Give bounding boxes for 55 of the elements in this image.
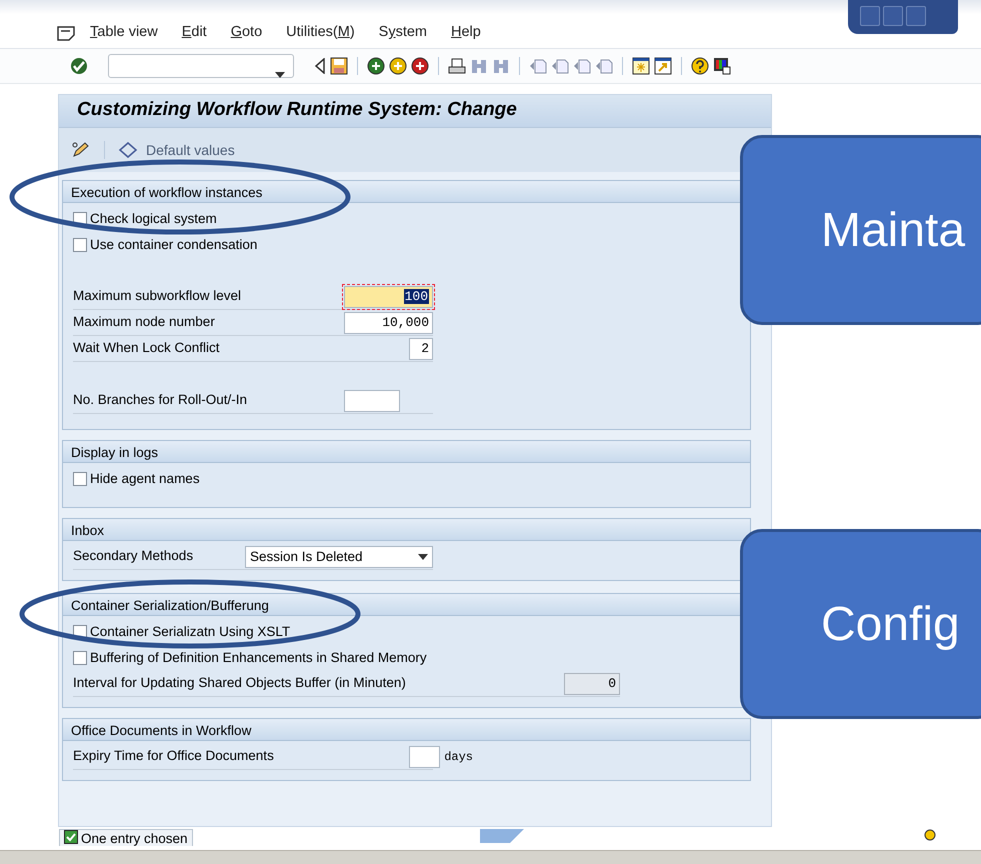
field-label: No. Branches for Roll-Out/-In: [73, 391, 248, 410]
menu-item[interactable]: Help: [451, 22, 481, 44]
input-field[interactable]: 100: [344, 286, 433, 308]
command-field[interactable]: [108, 54, 294, 78]
shortcut-icon[interactable]: [654, 57, 672, 75]
checkbox-label: Hide agent names: [90, 470, 200, 488]
menu-item[interactable]: Edit: [182, 22, 207, 44]
callout: Mainta: [740, 135, 981, 325]
field-label: Maximum node number: [73, 313, 215, 332]
back-triangle-icon[interactable]: [314, 58, 326, 74]
menu-icon[interactable]: [56, 25, 76, 41]
menu-item[interactable]: System: [378, 22, 427, 44]
checkbox[interactable]: [73, 472, 87, 486]
logo-icon: [480, 829, 524, 843]
print-icon[interactable]: [448, 57, 466, 75]
checkbox-label: Check logical system: [90, 210, 217, 228]
input-field[interactable]: [409, 746, 440, 768]
dropdown-arrow-icon: [418, 554, 428, 560]
field-label: Wait When Lock Conflict: [73, 339, 220, 358]
new-window-icon[interactable]: [632, 57, 650, 75]
menu-item[interactable]: Goto: [230, 22, 262, 44]
checkbox[interactable]: [73, 238, 87, 252]
previous-page-icon[interactable]: [551, 57, 569, 75]
save-icon[interactable]: [330, 57, 348, 75]
layout-icon[interactable]: [713, 57, 731, 75]
menu-item[interactable]: Utilities(M): [286, 22, 355, 44]
field-label: Secondary Methods: [73, 547, 194, 566]
first-page-icon[interactable]: [529, 57, 547, 75]
menu-item[interactable]: Table view: [90, 22, 158, 44]
last-page-icon[interactable]: [595, 57, 613, 75]
checkbox-label: Container Serializatn Using XSLT: [90, 622, 290, 641]
edit-pencil-icon[interactable]: [71, 141, 91, 159]
group-box-title: Inbox: [63, 519, 750, 541]
checkbox-label: Buffering of Definition Enhancements in Shared Memory: [90, 648, 427, 667]
input-field[interactable]: 2: [409, 338, 433, 360]
default-values-button[interactable]: Default values: [146, 140, 235, 160]
field-label: Maximum subworkflow level: [73, 287, 242, 306]
next-page-icon[interactable]: [573, 57, 591, 75]
checkbox-label: Use container condensation: [90, 236, 258, 254]
group-box-title: Office Documents in Workflow: [63, 719, 750, 741]
group-box-title: Display in logs: [63, 441, 750, 463]
input-field: 0: [564, 672, 620, 694]
field-label: Expiry Time for Office Documents: [73, 747, 274, 766]
input-field[interactable]: [344, 390, 400, 412]
success-icon: [64, 830, 78, 846]
callout: Config: [740, 529, 981, 719]
unit-label: days: [444, 750, 473, 764]
status-message: One entry chosen: [59, 829, 193, 846]
checkmark-icon[interactable]: [70, 57, 88, 75]
checkbox[interactable]: [73, 651, 87, 665]
input-field[interactable]: 10,000: [344, 312, 433, 334]
dropdown[interactable]: Session Is Deleted: [245, 546, 433, 568]
diamond-icon[interactable]: [118, 141, 138, 159]
screen-title: Customizing Workflow Runtime System: Change: [59, 95, 771, 128]
field-label: Interval for Updating Shared Objects Buffer (in Minuten): [73, 674, 406, 692]
